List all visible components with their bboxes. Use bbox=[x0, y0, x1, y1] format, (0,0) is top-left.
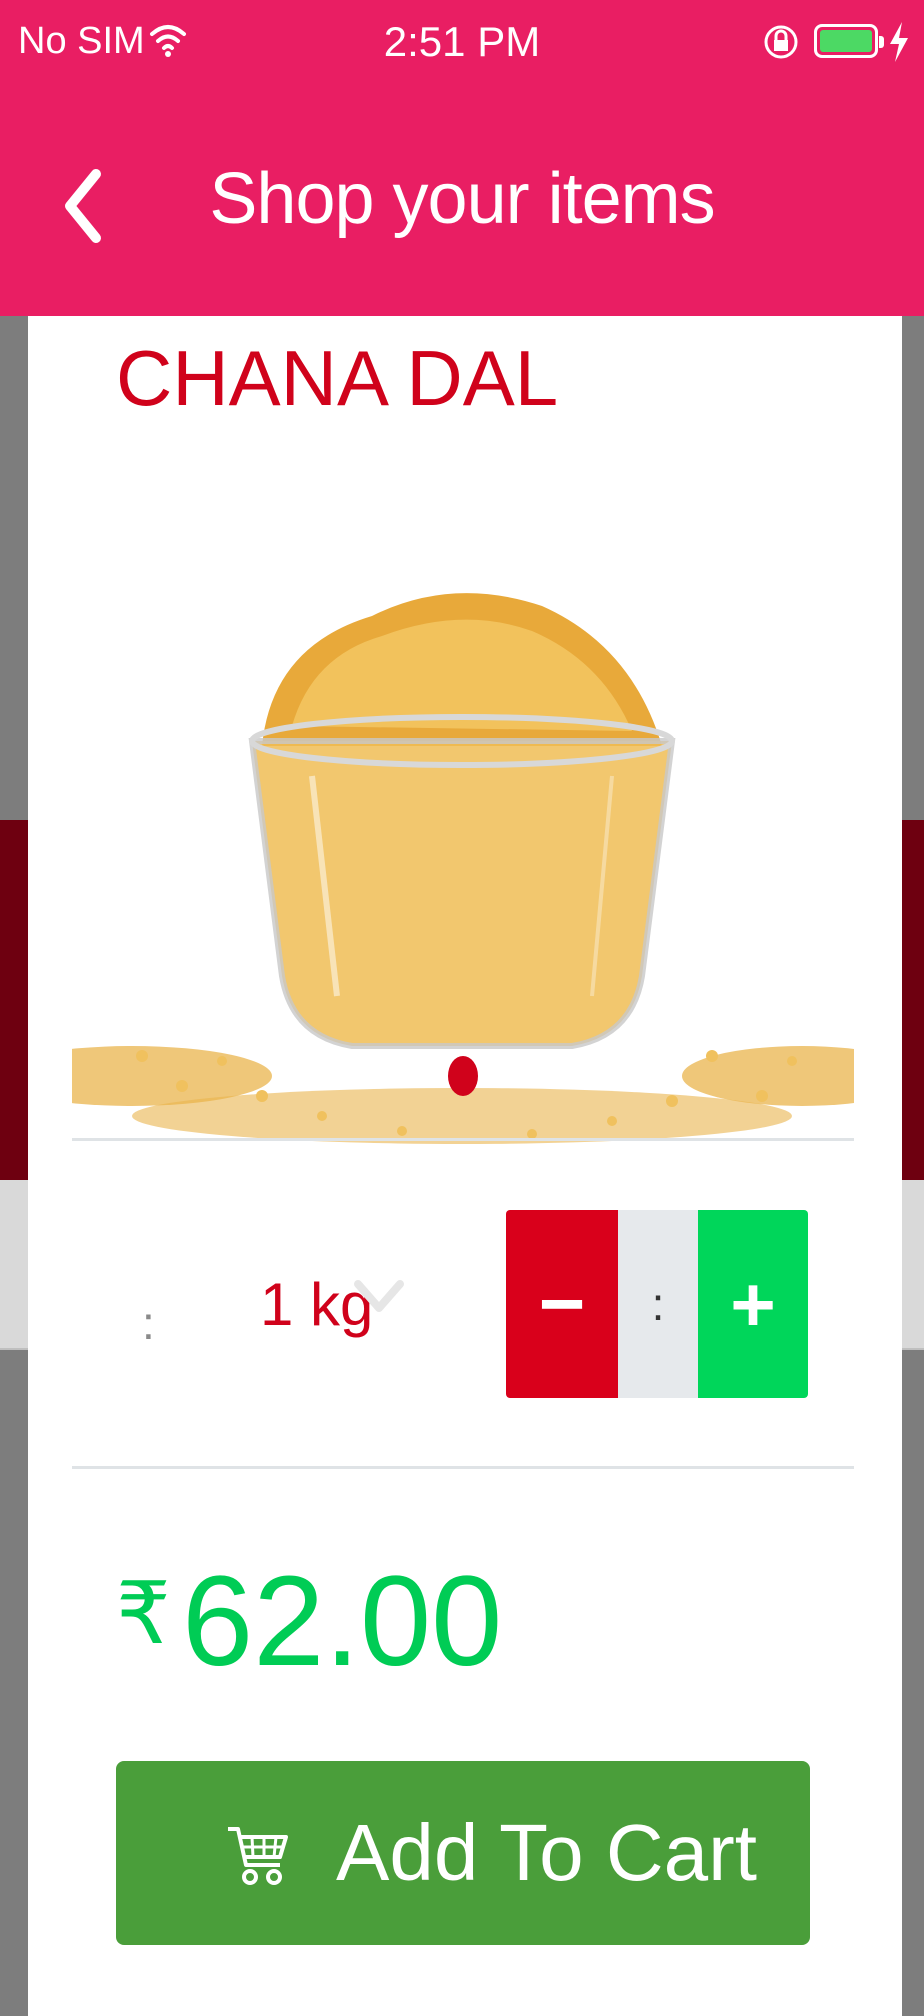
quantity-value: : bbox=[618, 1210, 698, 1398]
rotation-lock-icon bbox=[764, 25, 798, 59]
cart-icon bbox=[228, 1827, 288, 1885]
page-title: Shop your items bbox=[209, 159, 715, 239]
quantity-stepper: − : + bbox=[506, 1210, 808, 1398]
chevron-down-icon[interactable] bbox=[354, 1276, 404, 1316]
decrement-button[interactable]: − bbox=[506, 1210, 618, 1398]
charging-bolt-icon bbox=[890, 22, 908, 62]
status-bar: No SIM 2:51 PM bbox=[0, 0, 924, 90]
product-card: CHANA DAL : 1 kg − : + ₹ 62.00 Add To Ca… bbox=[28, 316, 902, 2016]
add-to-cart-button[interactable]: Add To Cart bbox=[116, 1761, 810, 1945]
increment-button[interactable]: + bbox=[698, 1210, 808, 1398]
divider bbox=[72, 1138, 854, 1141]
divider bbox=[72, 1466, 854, 1469]
price-amount: 62.00 bbox=[182, 1550, 503, 1693]
add-to-cart-label: Add To Cart bbox=[336, 1808, 757, 1897]
product-name: CHANA DAL bbox=[116, 334, 559, 422]
weight-separator: : bbox=[142, 1297, 155, 1349]
carousel-indicator-dot[interactable] bbox=[448, 1056, 478, 1096]
app-header: No SIM 2:51 PM Shop your items bbox=[0, 0, 924, 316]
currency-symbol: ₹ bbox=[116, 1566, 171, 1662]
battery-icon bbox=[814, 24, 884, 58]
